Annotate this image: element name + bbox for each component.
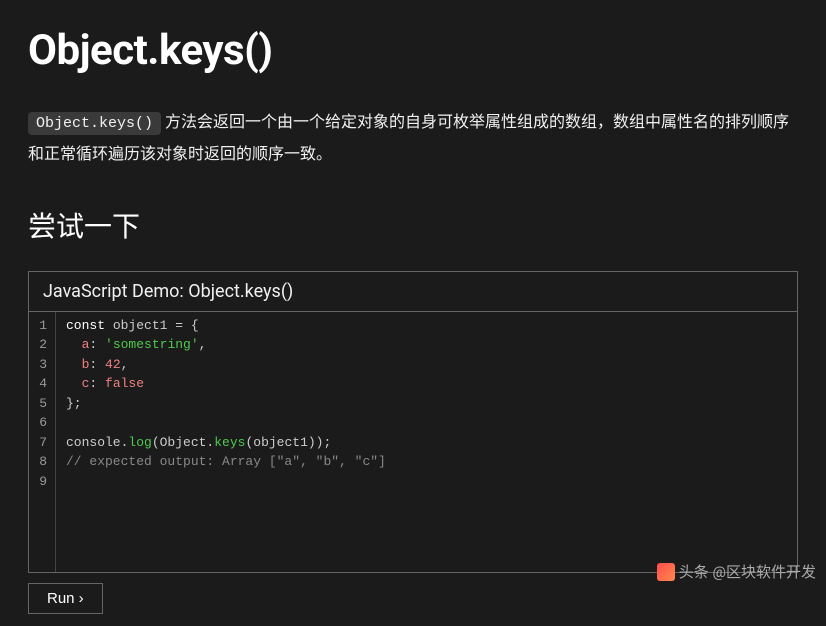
toutiao-logo-icon (657, 563, 675, 581)
watermark: 头条 @区块软件开发 (657, 561, 816, 582)
run-button[interactable]: Run › (28, 583, 103, 614)
code-editor[interactable]: 1 2 3 4 5 6 7 8 9 const object1 = { a: '… (29, 312, 797, 572)
code-content[interactable]: const object1 = { a: 'somestring', b: 42… (56, 312, 797, 572)
line-number-gutter: 1 2 3 4 5 6 7 8 9 (29, 312, 56, 572)
inline-code: Object.keys() (28, 112, 161, 135)
try-it-heading: 尝试一下 (28, 205, 798, 245)
page-title: Object.keys() (28, 26, 798, 75)
demo-header: JavaScript Demo: Object.keys() (29, 272, 797, 312)
demo-box: JavaScript Demo: Object.keys() 1 2 3 4 5… (28, 271, 798, 573)
method-description: Object.keys() 方法会返回一个由一个给定对象的自身可枚举属性组成的数… (28, 107, 798, 169)
watermark-text: 头条 @区块软件开发 (679, 561, 816, 582)
run-row: Run › (28, 583, 798, 614)
